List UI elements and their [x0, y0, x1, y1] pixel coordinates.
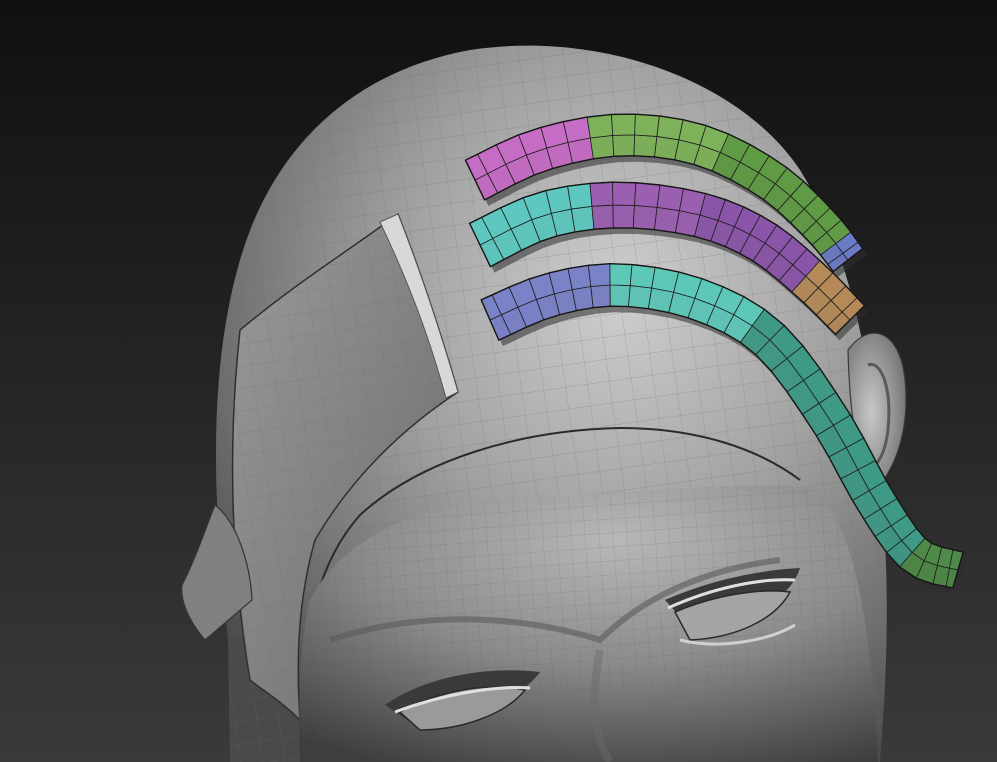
- hair-polygon: [570, 205, 595, 233]
- hair-polygon: [612, 134, 636, 157]
- hair-polygon: [627, 285, 653, 310]
- hair-polygon: [590, 284, 611, 309]
- zbrush-viewport[interactable]: [0, 0, 997, 762]
- sculpt-canvas[interactable]: [0, 0, 997, 762]
- hair-polygon: [609, 284, 631, 308]
- hair-polygon: [567, 182, 593, 210]
- hair-polygon: [629, 264, 656, 289]
- hair-polygon: [589, 134, 615, 160]
- hair-polygon: [567, 264, 592, 291]
- hair-polygon: [612, 181, 637, 206]
- hair-polygon: [634, 113, 660, 137]
- hair-polygon: [587, 263, 611, 287]
- hair-polygon: [632, 204, 658, 231]
- hair-polygon: [633, 134, 658, 158]
- hair-polygon: [571, 286, 594, 312]
- hair-polygon: [609, 263, 633, 286]
- hair-polygon: [611, 113, 636, 136]
- hair-polygon: [656, 184, 685, 212]
- hair-polygon: [589, 181, 614, 207]
- hair-polygon: [591, 204, 614, 230]
- hair-polygon: [586, 114, 614, 139]
- hair-polygon: [634, 182, 661, 208]
- hair-polygon: [612, 204, 635, 229]
